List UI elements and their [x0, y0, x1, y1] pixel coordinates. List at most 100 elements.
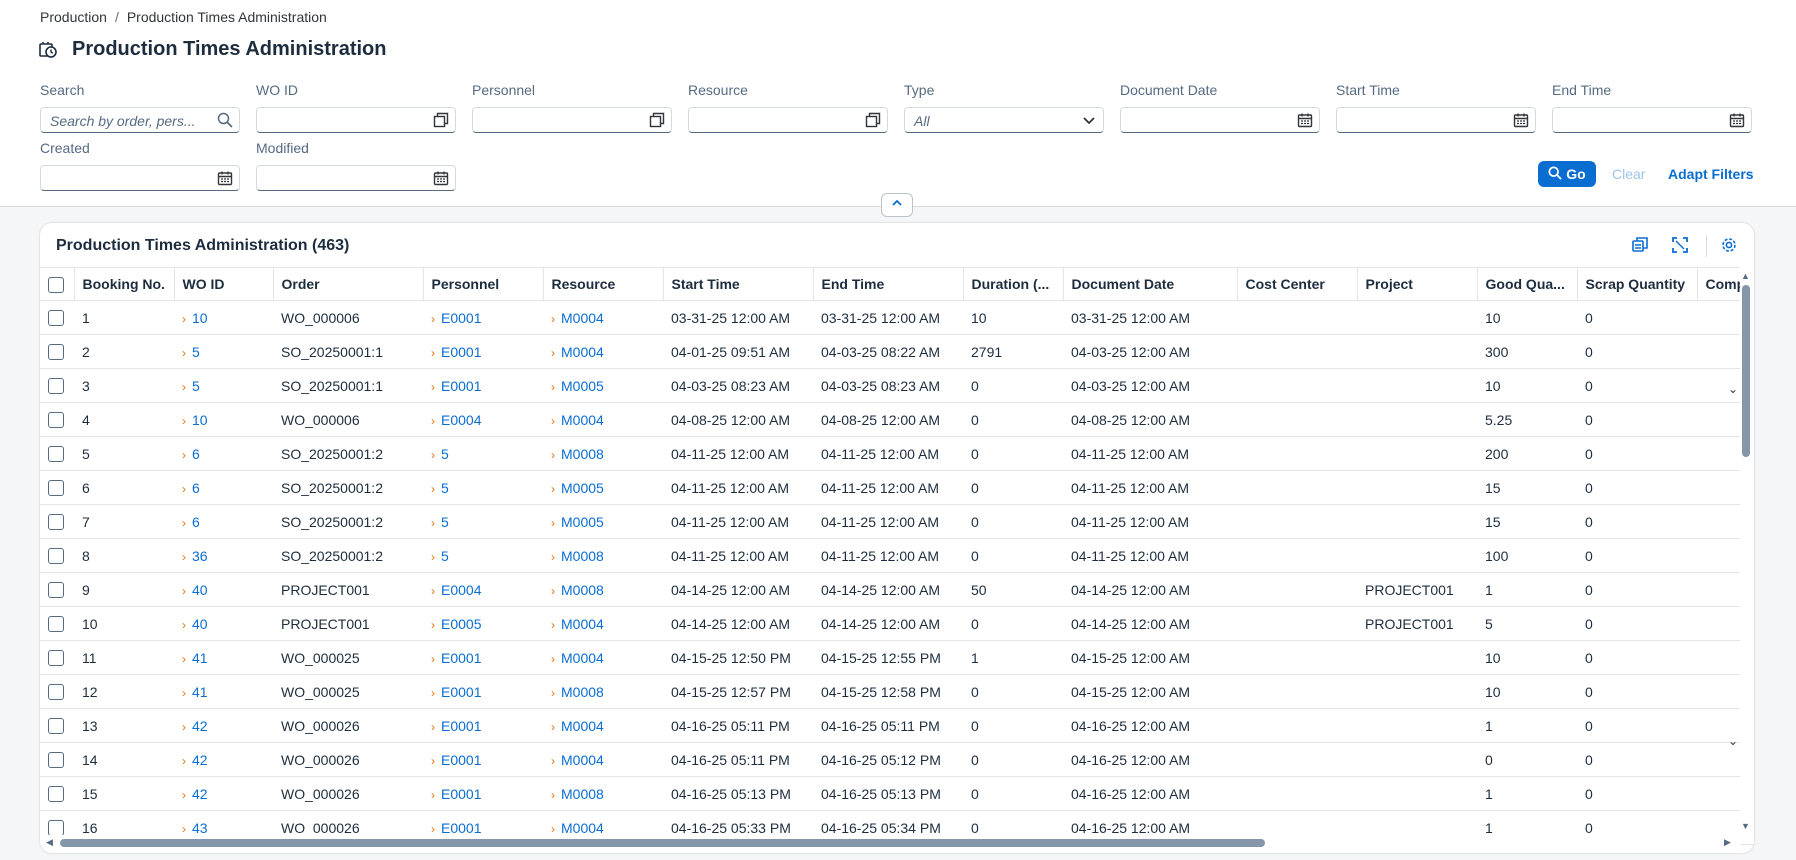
cell-resource[interactable]: › M0005: [543, 504, 663, 539]
row-checkbox[interactable]: [48, 752, 64, 769]
cell-personnel[interactable]: › E0004: [423, 402, 543, 437]
row-checkbox[interactable]: [48, 548, 64, 565]
document-date-input[interactable]: [1120, 107, 1320, 133]
calendar-icon[interactable]: [433, 170, 449, 186]
cell-wo-id[interactable]: › 41: [174, 640, 273, 675]
column-header-scrap-quantity[interactable]: Scrap Quantity: [1577, 267, 1698, 301]
calendar-icon[interactable]: [217, 170, 233, 186]
column-header-good-quantity[interactable]: Good Qua...: [1477, 267, 1578, 301]
clear-button[interactable]: Clear: [1612, 166, 1645, 182]
row-checkbox[interactable]: [48, 820, 64, 837]
cell-personnel[interactable]: › E0001: [423, 334, 543, 369]
cell-personnel[interactable]: › E0004: [423, 572, 543, 607]
calendar-icon[interactable]: [1297, 112, 1313, 128]
collapse-header-button[interactable]: [881, 193, 913, 217]
scroll-up-arrow-icon[interactable]: ▲: [1741, 271, 1750, 281]
breadcrumb-link-production[interactable]: Production: [40, 9, 107, 25]
go-button[interactable]: Go: [1538, 161, 1596, 187]
table-row[interactable]: 5 › 6 SO_20250001:2 › 5 › M0008 04-11-25 12:00 A…: [40, 436, 1754, 471]
fullscreen-icon[interactable]: [1670, 235, 1690, 255]
table-row[interactable]: 11 › 41 WO_000025 › E0001 › M0004 04-15-25 12:50…: [40, 640, 1754, 675]
cell-wo-id[interactable]: › 5: [174, 334, 273, 369]
calendar-icon[interactable]: [1729, 112, 1745, 128]
row-expand-chevron-icon[interactable]: ⌄: [1728, 734, 1738, 748]
cell-personnel[interactable]: › E0001: [423, 300, 543, 335]
row-checkbox[interactable]: [48, 684, 64, 701]
cell-resource[interactable]: › M0008: [543, 776, 663, 811]
chevron-down-icon[interactable]: [1081, 112, 1097, 128]
column-header-wo-id[interactable]: WO ID: [174, 267, 274, 301]
value-help-icon[interactable]: [649, 112, 665, 128]
row-expand-chevron-icon[interactable]: ⌄: [1728, 382, 1738, 396]
value-help-icon[interactable]: [865, 112, 881, 128]
table-row[interactable]: 8 › 36 SO_20250001:2 › 5 › M0008 04-11-25 12:00 …: [40, 538, 1754, 573]
search-icon[interactable]: [217, 112, 233, 128]
cell-wo-id[interactable]: › 41: [174, 674, 273, 709]
table-row[interactable]: 2 › 5 SO_20250001:1 › E0001 › M0004 04-01-25 09:…: [40, 334, 1754, 369]
cell-wo-id[interactable]: › 42: [174, 708, 273, 743]
cell-resource[interactable]: › M0005: [543, 368, 663, 403]
value-help-icon[interactable]: [433, 112, 449, 128]
cell-resource[interactable]: › M0008: [543, 538, 663, 573]
cell-personnel[interactable]: › 5: [423, 504, 543, 539]
adapt-filters-button[interactable]: Adapt Filters: [1668, 166, 1754, 182]
start-time-input[interactable]: [1336, 107, 1536, 133]
cell-wo-id[interactable]: › 10: [174, 402, 273, 437]
cell-wo-id[interactable]: › 10: [174, 300, 273, 335]
table-row[interactable]: 6 › 6 SO_20250001:2 › 5 › M0005 04-11-25 12:00 A…: [40, 470, 1754, 505]
cell-resource[interactable]: › M0005: [543, 470, 663, 505]
table-row[interactable]: 4 › 10 WO_000006 › E0004 › M0004 04-08-25 12:00 …: [40, 402, 1754, 437]
cell-resource[interactable]: › M0004: [543, 708, 663, 743]
column-header-booking[interactable]: Booking No.: [74, 267, 175, 301]
cell-resource[interactable]: › M0004: [543, 606, 663, 641]
cell-personnel[interactable]: › 5: [423, 436, 543, 471]
cell-personnel[interactable]: › E0001: [423, 742, 543, 777]
modified-input[interactable]: [256, 165, 456, 191]
table-row[interactable]: 9 › 40 PROJECT001 › E0004 › M0008 04-14-25 12:00…: [40, 572, 1754, 607]
cell-wo-id[interactable]: › 40: [174, 606, 273, 641]
row-checkbox[interactable]: [48, 446, 64, 463]
table-row[interactable]: 12 › 41 WO_000025 › E0001 › M0008 04-15-25 12:57…: [40, 674, 1754, 709]
row-checkbox[interactable]: [48, 718, 64, 735]
cell-personnel[interactable]: › 5: [423, 470, 543, 505]
table-row[interactable]: 7 › 6 SO_20250001:2 › 5 › M0005 04-11-25 12:00 A…: [40, 504, 1754, 539]
cell-personnel[interactable]: › E0001: [423, 776, 543, 811]
row-checkbox[interactable]: [48, 378, 64, 395]
cell-wo-id[interactable]: › 6: [174, 504, 273, 539]
cell-wo-id[interactable]: › 36: [174, 538, 273, 573]
cell-wo-id[interactable]: › 6: [174, 436, 273, 471]
cell-personnel[interactable]: › E0001: [423, 708, 543, 743]
column-header-cost-center[interactable]: Cost Center: [1237, 267, 1358, 301]
calendar-icon[interactable]: [1513, 112, 1529, 128]
cell-personnel[interactable]: › E0001: [423, 640, 543, 675]
row-checkbox[interactable]: [48, 344, 64, 361]
table-row[interactable]: 15 › 42 WO_000026 › E0001 › M0008 04-16-25 05:13…: [40, 776, 1754, 811]
row-checkbox[interactable]: [48, 786, 64, 803]
cell-resource[interactable]: › M0008: [543, 572, 663, 607]
type-select[interactable]: All: [904, 107, 1104, 133]
cell-resource[interactable]: › M0004: [543, 300, 663, 335]
cell-personnel[interactable]: › 5: [423, 538, 543, 573]
personnel-input[interactable]: [472, 107, 672, 133]
copy-icon[interactable]: [1630, 235, 1650, 255]
cell-personnel[interactable]: › E0001: [423, 674, 543, 709]
settings-icon[interactable]: [1719, 235, 1739, 255]
column-header-start-time[interactable]: Start Time: [663, 267, 814, 301]
cell-personnel[interactable]: › E0005: [423, 606, 543, 641]
column-header-duration[interactable]: Duration (...: [963, 267, 1064, 301]
row-checkbox[interactable]: [48, 412, 64, 429]
cell-resource[interactable]: › M0004: [543, 742, 663, 777]
resource-input[interactable]: [688, 107, 888, 133]
column-header-document-date[interactable]: Document Date: [1063, 267, 1238, 301]
column-header-project[interactable]: Project: [1357, 267, 1478, 301]
table-row[interactable]: 10 › 40 PROJECT001 › E0005 › M0004 04-14-25 12:0…: [40, 606, 1754, 641]
cell-resource[interactable]: › M0004: [543, 640, 663, 675]
table-row[interactable]: 13 › 42 WO_000026 › E0001 › M0004 04-16-25 05:11…: [40, 708, 1754, 743]
search-input[interactable]: Search by order, pers...: [40, 107, 240, 133]
row-checkbox[interactable]: [48, 616, 64, 633]
wo-id-input[interactable]: [256, 107, 456, 133]
column-header-resource[interactable]: Resource: [543, 267, 664, 301]
cell-wo-id[interactable]: › 42: [174, 776, 273, 811]
cell-resource[interactable]: › M0008: [543, 674, 663, 709]
table-row[interactable]: 3 › 5 SO_20250001:1 › E0001 › M0005 04-03-25 08:…: [40, 368, 1754, 403]
